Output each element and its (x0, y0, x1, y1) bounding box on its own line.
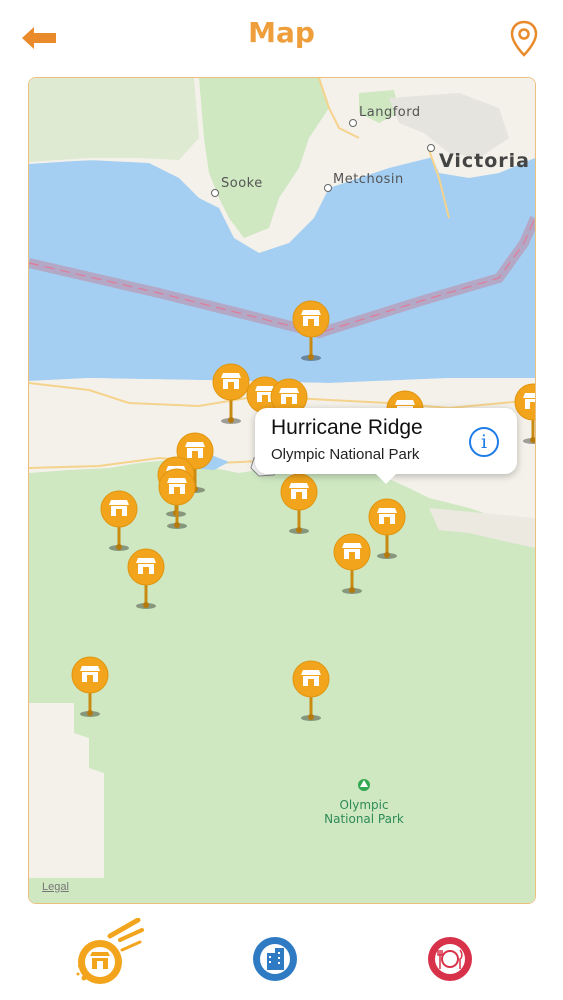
tab-restaurants[interactable] (427, 936, 473, 982)
shop-pin-icon (127, 548, 165, 609)
metchosin-dot (324, 184, 332, 192)
shop-pin-14[interactable] (126, 548, 166, 610)
tab-city[interactable] (252, 936, 298, 982)
label-sooke: Sooke (221, 176, 263, 191)
tab-shops[interactable] (70, 917, 146, 994)
victoria-dot (427, 144, 435, 152)
shop-pin-icon (71, 656, 109, 717)
map-pin-icon (510, 20, 538, 57)
shop-pin-1[interactable] (291, 300, 331, 362)
shop-icon (76, 917, 144, 984)
tab-bar (0, 910, 563, 1000)
shop-pin-15[interactable] (70, 656, 110, 718)
map-callout[interactable]: Hurricane Ridge Olympic National Park i (255, 408, 517, 484)
shop-pin-16[interactable] (291, 660, 331, 722)
building-icon (253, 937, 297, 981)
callout-subtitle: Olympic National Park (271, 446, 420, 463)
legal-link[interactable]: Legal (42, 881, 69, 893)
plate-cutlery-icon (428, 937, 472, 981)
shop-pin-icon (280, 473, 318, 534)
info-icon[interactable]: i (469, 427, 499, 457)
shop-pin-13[interactable] (99, 490, 139, 552)
callout-pointer (375, 473, 397, 484)
shop-pin-12[interactable] (332, 533, 372, 595)
label-olympic-park: Olympic National Park (314, 798, 414, 826)
shop-pin-9[interactable] (157, 468, 197, 530)
location-button[interactable] (509, 20, 539, 58)
label-metchosin: Metchosin (333, 172, 404, 187)
label-park-line2: National Park (324, 812, 404, 826)
langford-dot (349, 119, 357, 127)
page-title: Map (248, 16, 315, 49)
label-victoria: Victoria (439, 150, 530, 172)
sooke-dot (211, 189, 219, 197)
shop-pin-icon (292, 660, 330, 721)
shop-pin-icon (368, 498, 406, 559)
label-langford: Langford (359, 105, 421, 120)
shop-pin-icon (292, 300, 330, 361)
callout-title: Hurricane Ridge (271, 416, 423, 439)
shop-pin-icon (333, 533, 371, 594)
shop-pin-icon (100, 490, 138, 551)
shop-pin-11[interactable] (367, 498, 407, 560)
shop-pin-10[interactable] (279, 473, 319, 535)
shop-pin-icon (158, 468, 196, 529)
map-view[interactable]: Langford Victoria Sooke Metchosin Olympi… (28, 77, 536, 904)
header: Map (0, 0, 563, 76)
label-park-line1: Olympic (339, 798, 389, 812)
